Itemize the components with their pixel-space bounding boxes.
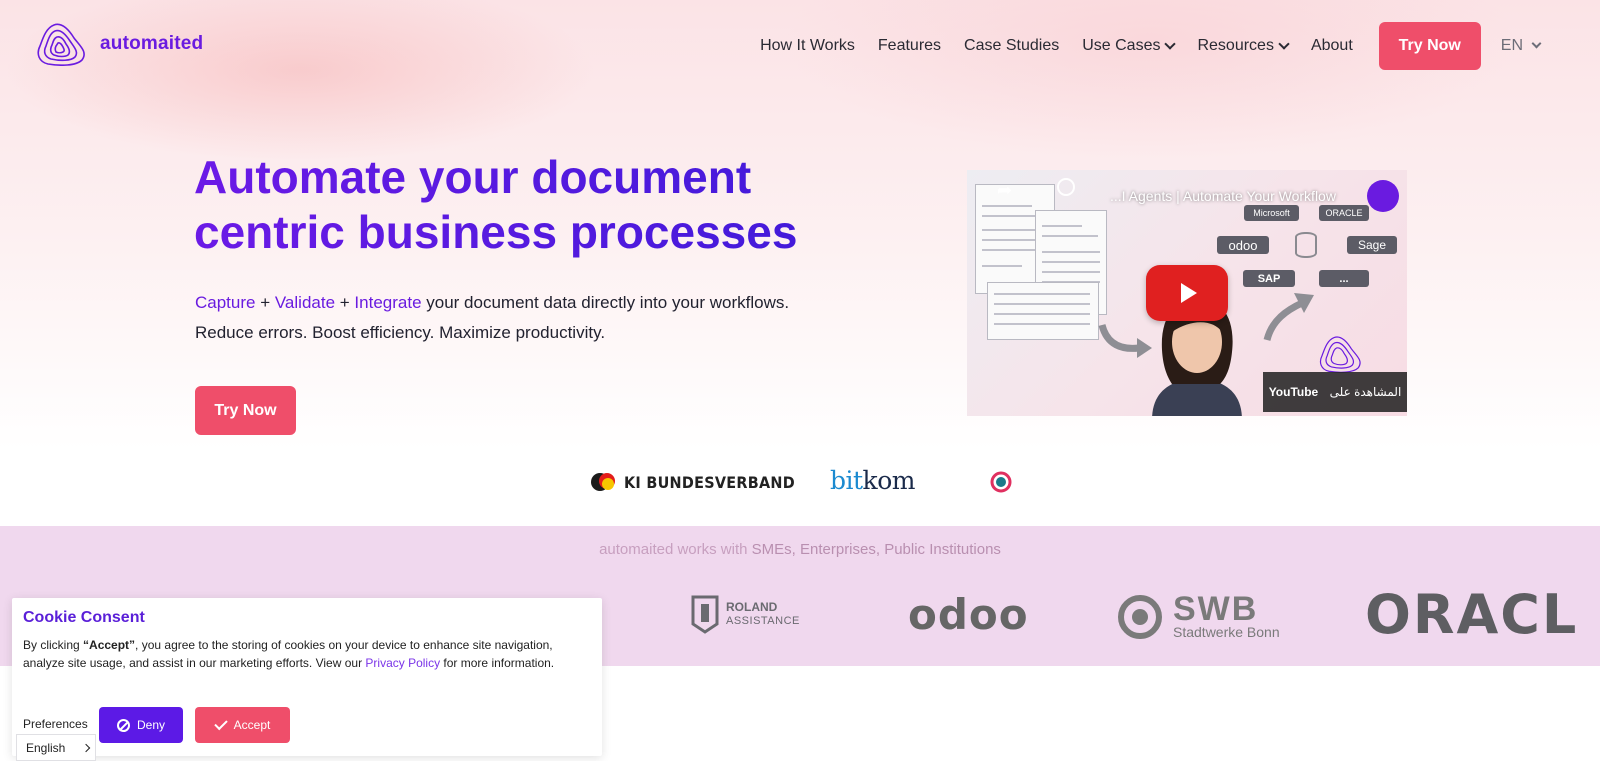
roland-line2: ASSISTANCE — [726, 615, 800, 627]
ki-bundesverband-label: KI BUNDESVERBAND — [624, 472, 795, 492]
capture-link: Capture — [195, 293, 256, 312]
watch-on-label: المشاهدة على — [1329, 385, 1402, 399]
plus-sign: + — [255, 293, 275, 312]
cookie-consent-title: Cookie Consent — [23, 609, 145, 626]
bitkom-kom: kom — [862, 466, 916, 495]
watch-on-youtube-button[interactable]: YouTube المشاهدة على — [1263, 372, 1407, 412]
client-odoo: odoo — [908, 590, 1029, 639]
roland-shield-icon — [691, 595, 719, 634]
deny-label: Deny — [136, 718, 165, 732]
nav-resources-label: Resources — [1197, 37, 1274, 54]
hero-try-now-button[interactable]: Try Now — [195, 386, 296, 435]
swb-subtitle: Stadtwerke Bonn — [1173, 624, 1280, 640]
check-icon — [213, 716, 228, 730]
hero-title: Automate your document centric business … — [194, 150, 894, 260]
partner-badge-icon — [990, 471, 1012, 493]
swb-wordmark: SWB — [1173, 590, 1259, 628]
hero-subtitle-line2: Reduce errors. Boost efficiency. Maximiz… — [195, 323, 606, 342]
automaited-watermark-icon — [1319, 336, 1361, 373]
integrate-link: Integrate — [354, 293, 422, 312]
tag-more: ... — [1319, 270, 1369, 287]
channel-avatar[interactable] — [1367, 180, 1399, 212]
accept-label: Accept — [233, 718, 271, 732]
arrow-right-icon — [1263, 293, 1314, 342]
nav-use-cases-label: Use Cases — [1082, 37, 1161, 54]
plus-sign: + — [335, 293, 355, 312]
arrow-left-icon — [1098, 323, 1152, 358]
language-picker-label: English — [26, 740, 66, 755]
tag-odoo: odoo — [1217, 236, 1269, 254]
nav-try-now-button[interactable]: Try Now — [1378, 22, 1481, 70]
clients-intro: automaited works with SMEs, Enterprises,… — [0, 541, 1600, 558]
tag-sage: Sage — [1347, 236, 1397, 254]
hero-subtitle-rest: your document data directly into your wo… — [421, 293, 790, 312]
nav-links: How It Works Features Case Studies Use C… — [737, 22, 1542, 70]
nav-resources[interactable]: Resources — [1197, 37, 1290, 55]
nav-about[interactable]: About — [1311, 37, 1353, 55]
cookie-consent-text: By clicking “Accept”, you agree to the s… — [23, 636, 583, 672]
watch-later-icon[interactable] — [1057, 178, 1075, 196]
youtube-logo: YouTube — [1268, 385, 1319, 399]
database-icon — [1295, 232, 1317, 258]
accept-button[interactable]: Accept — [195, 707, 290, 743]
video-title[interactable]: ...I Agents | Automate Your Workflow — [1110, 188, 1336, 204]
hero-subtitle: Capture + Validate + Integrate your docu… — [195, 288, 875, 348]
cookie-text-post: for more information. — [440, 656, 555, 670]
partner-badge — [990, 471, 1012, 493]
chevron-down-icon — [1531, 38, 1542, 49]
clients-intro-bold: SMEs, Enterprises, Public Institutions — [751, 541, 1001, 558]
client-swb: SWB Stadtwerke Bonn — [1117, 590, 1280, 640]
bitkom-bit: bit — [830, 466, 863, 495]
youtube-video-embed[interactable]: ➦ ...I Agents | Automate Your Workflow M… — [967, 170, 1407, 416]
language-picker[interactable]: English — [16, 734, 96, 761]
roland-line1: ROLAND — [726, 600, 778, 614]
document-illustration — [987, 282, 1099, 340]
privacy-policy-link[interactable]: Privacy Policy — [365, 656, 440, 670]
play-button[interactable] — [1146, 265, 1228, 321]
ban-icon — [116, 718, 130, 732]
nav-use-cases[interactable]: Use Cases — [1082, 37, 1177, 55]
language-code: EN — [1500, 37, 1523, 54]
client-roland-assistance: ROLAND ASSISTANCE — [690, 594, 800, 634]
tag-oracle: ORACLE — [1319, 205, 1369, 221]
nav-how-it-works[interactable]: How It Works — [760, 37, 855, 55]
share-icon[interactable]: ➦ — [997, 180, 1012, 201]
chevron-down-icon — [1278, 37, 1290, 50]
clients-intro-prefix: automaited works with — [599, 541, 752, 558]
top-navigation: automaited How It Works Features Case St… — [0, 0, 1600, 94]
cookie-consent-banner: Cookie Consent By clicking “Accept”, you… — [12, 598, 602, 756]
language-selector[interactable]: EN — [1500, 37, 1542, 55]
logo[interactable]: automaited — [36, 22, 203, 66]
swb-logo-icon — [1118, 595, 1162, 639]
cookie-text-pre: By clicking — [23, 638, 84, 652]
roland-text: ROLAND ASSISTANCE — [726, 600, 800, 628]
nav-features[interactable]: Features — [878, 37, 941, 55]
ki-bundesverband-logo-icon — [591, 473, 615, 491]
cookie-text-accept: “Accept” — [83, 638, 136, 652]
chevron-right-icon — [82, 743, 91, 752]
client-oracle: ORACL — [1365, 583, 1579, 646]
preferences-button[interactable]: Preferences — [23, 717, 88, 731]
automaited-logo-icon — [37, 23, 85, 66]
nav-case-studies[interactable]: Case Studies — [964, 37, 1059, 55]
swb-text: SWB Stadtwerke Bonn — [1173, 590, 1280, 640]
logo-text: automaited — [100, 33, 204, 54]
partner-ki-bundesverband: KI BUNDESVERBAND — [590, 470, 814, 494]
partner-bitkom: bit kom — [830, 466, 915, 495]
tag-microsoft: Microsoft — [1244, 205, 1299, 221]
deny-button[interactable]: Deny — [99, 707, 183, 743]
chevron-down-icon — [1164, 37, 1177, 50]
validate-link: Validate — [274, 293, 336, 312]
play-icon — [1181, 283, 1197, 303]
